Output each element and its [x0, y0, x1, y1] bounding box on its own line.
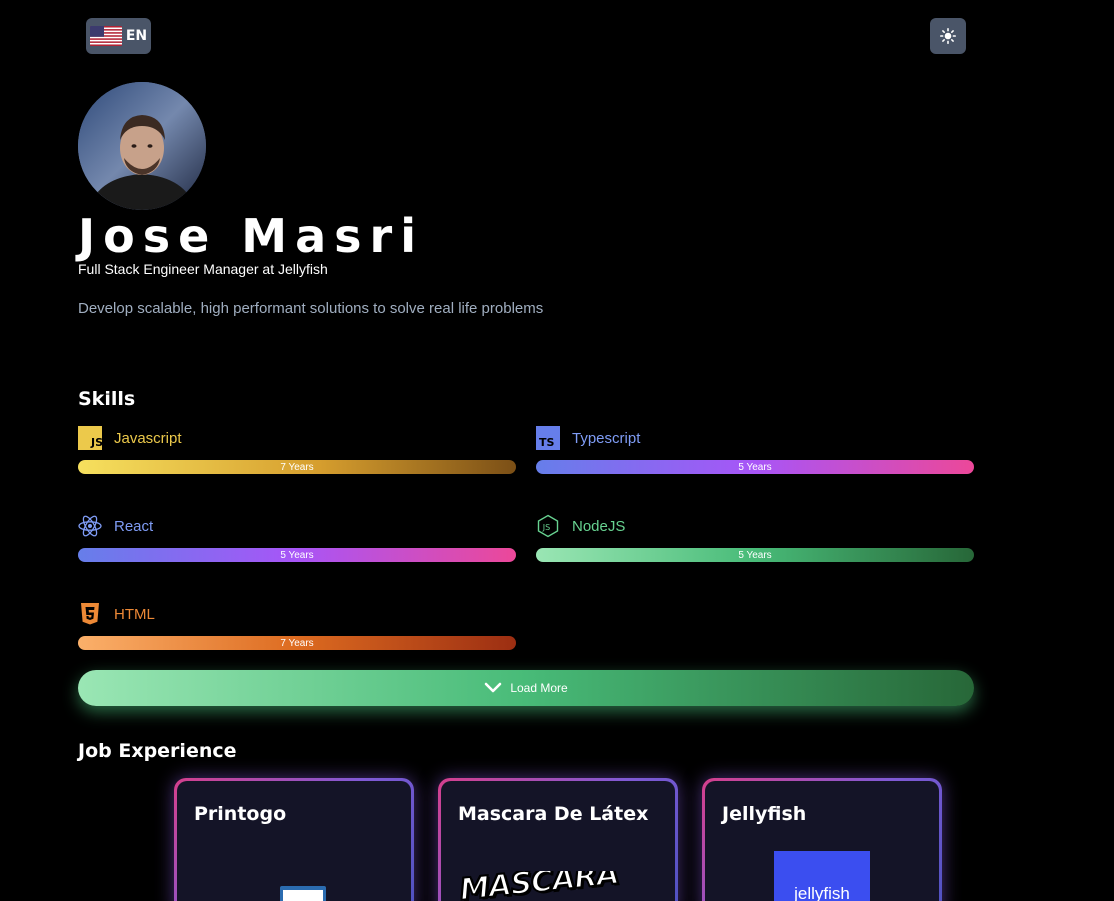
job-card-jellyfish[interactable]: Jellyfish jellyfish — [702, 778, 942, 901]
skills-section-title: Skills — [78, 388, 136, 410]
company-logo-text: MASCARA — [458, 871, 621, 901]
profile-name: Jose Masri — [78, 209, 424, 263]
react-icon — [78, 515, 102, 537]
portfolio-page: EN Jose Masri Full Stack Engineer Manage… — [0, 0, 1114, 901]
language-label: EN — [125, 28, 148, 44]
job-card-mascara-de-latex[interactable]: Mascara De Látex MASCARA — [438, 778, 678, 901]
language-selector[interactable]: EN — [86, 18, 151, 54]
svg-text:JS: JS — [542, 523, 550, 532]
typescript-icon: TS — [536, 426, 560, 450]
javascript-icon: JS — [78, 426, 102, 450]
company-logo — [280, 886, 326, 901]
company-logo: MASCARA — [458, 871, 658, 901]
sun-icon — [940, 28, 956, 44]
svg-text:TS: TS — [539, 436, 555, 449]
load-more-button[interactable]: Load More — [78, 670, 974, 706]
skill-name: Javascript — [114, 429, 182, 447]
job-company-name: Printogo — [194, 803, 287, 825]
chevron-down-icon — [485, 682, 502, 693]
skill-name: HTML — [114, 605, 155, 623]
job-company-name: Mascara De Látex — [458, 803, 649, 825]
svg-text:JS: JS — [90, 436, 102, 449]
job-card-printogo[interactable]: Printogo — [174, 778, 414, 901]
skill-item-html: HTML 7 Years — [78, 602, 516, 650]
skill-name: React — [114, 517, 154, 535]
skill-level-bar: 7 Years — [78, 460, 516, 474]
us-flag-icon — [89, 26, 122, 46]
company-logo-text: jellyfish — [794, 884, 850, 901]
skill-name: Typescript — [572, 429, 641, 447]
skill-level-bar: 7 Years — [78, 636, 516, 650]
skill-name: NodeJS — [572, 517, 626, 535]
skill-level-bar: 5 Years — [536, 548, 974, 562]
company-logo: jellyfish — [774, 851, 870, 901]
skill-level-bar: 5 Years — [536, 460, 974, 474]
profile-avatar — [78, 82, 206, 210]
skill-item-nodejs: JS NodeJS 5 Years — [536, 514, 974, 562]
nodejs-icon: JS — [537, 514, 559, 538]
profile-tagline: Develop scalable, high performant soluti… — [78, 300, 544, 317]
load-more-label: Load More — [510, 681, 568, 695]
skill-item-typescript: TS Typescript 5 Years — [536, 426, 974, 474]
job-company-name: Jellyfish — [722, 803, 807, 825]
theme-toggle-button[interactable] — [930, 18, 966, 54]
html5-icon — [81, 603, 99, 625]
skill-item-react: React 5 Years — [78, 514, 516, 562]
profile-role: Full Stack Engineer Manager at Jellyfish — [78, 261, 328, 277]
experience-section-title: Job Experience — [78, 740, 237, 762]
skill-item-javascript: JS Javascript 7 Years — [78, 426, 516, 474]
skill-level-bar: 5 Years — [78, 548, 516, 562]
